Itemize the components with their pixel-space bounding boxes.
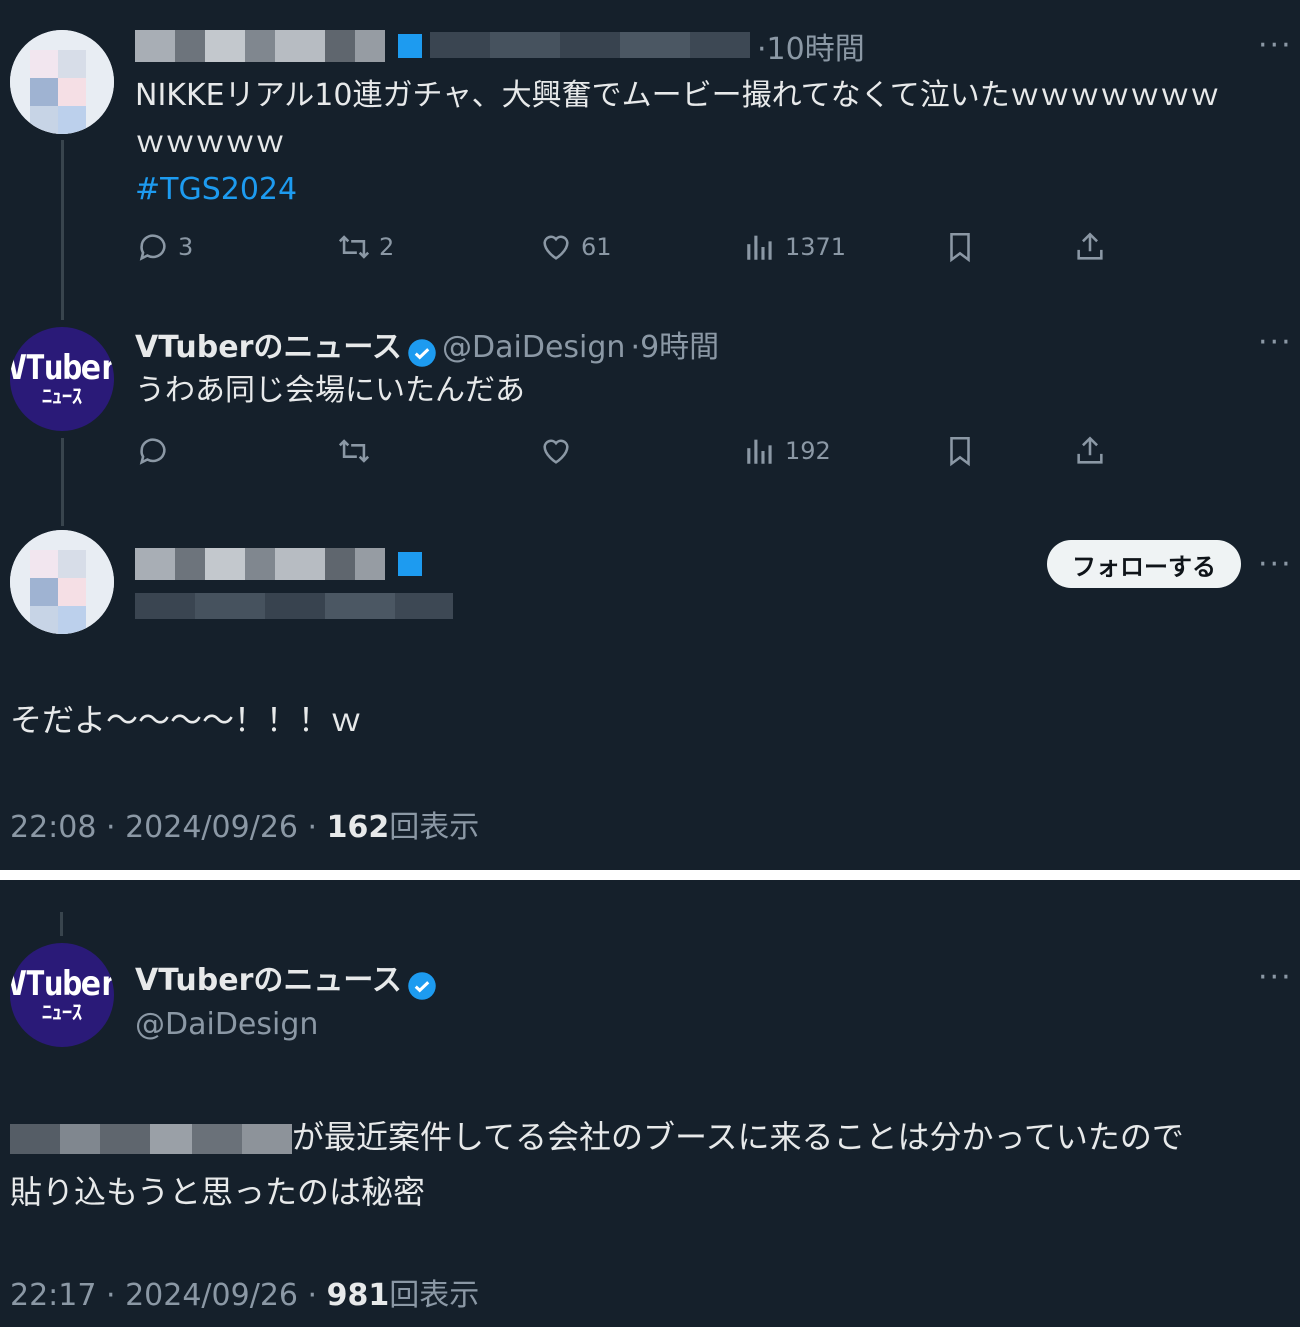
heart-icon (543, 235, 569, 260)
avatar-subtext: ﾆｭｰｽ (42, 1000, 82, 1024)
more-options-icon[interactable]: ··· (1258, 550, 1293, 580)
analytics-icon (747, 439, 772, 464)
share-button[interactable] (1073, 230, 1107, 264)
tweet-meta: 22:17 · 2024/09/26 · 981回表示 (10, 1278, 480, 1313)
repost-button[interactable]: 2 (337, 230, 394, 264)
reply-icon (139, 234, 166, 261)
tweet-time[interactable]: ·10時間 (757, 24, 865, 68)
reply-icon (139, 438, 166, 465)
display-name[interactable]: VTuberのニュース (135, 330, 402, 365)
avatar-text: VTuber (10, 348, 114, 388)
tweet-text: が最近案件してる会社のブースに来ることは分かっていたので 貼り込もうと思ったのは… (10, 1118, 1184, 1211)
author-line: VTuberのニュース @DaiDesign ·9時間 (135, 322, 719, 368)
follow-button[interactable]: フォローする (1047, 540, 1241, 588)
view-count-label: 回表示 (389, 1278, 480, 1313)
handle[interactable]: @DaiDesign (442, 330, 625, 365)
avatar[interactable]: VTuber ﾆｭｰｽ (10, 943, 114, 1047)
views-button[interactable]: 1371 (743, 230, 846, 264)
avatar-text: VTuber (10, 964, 114, 1004)
bookmark-button[interactable] (943, 434, 977, 468)
heart-icon (543, 439, 569, 464)
view-count: 162 (326, 810, 390, 845)
thread-line (61, 140, 64, 320)
analytics-icon (747, 235, 772, 260)
tweet-text: NIKKEリアル10連ガチャ、大興奮でムービー撮れてなくて泣いたｗｗｗｗｗｗｗ … (135, 72, 1285, 213)
share-icon (1077, 436, 1103, 464)
hashtag-link[interactable]: #TGS2024 (135, 166, 1285, 213)
avatar[interactable] (10, 30, 114, 134)
handle-blurred (135, 593, 453, 619)
views-button[interactable]: 192 (743, 434, 831, 468)
handle[interactable]: @DaiDesign (135, 1007, 437, 1042)
tweet-text: うわあ同じ会場にいたんだあ (135, 373, 525, 408)
tweet-date[interactable]: 2024/09/26 (125, 810, 298, 845)
share-button[interactable] (1073, 434, 1107, 468)
handle-blurred (430, 32, 750, 58)
tweet-text: そだよ〜〜〜〜！！！ｗ (10, 701, 363, 739)
avatar[interactable]: VTuber ﾆｭｰｽ (10, 327, 114, 431)
like-button[interactable]: 61 (539, 230, 612, 264)
avatar[interactable] (10, 530, 114, 634)
reply-button[interactable] (136, 434, 170, 468)
bookmark-icon (950, 436, 970, 467)
more-options-icon[interactable]: ··· (1258, 328, 1293, 358)
more-options-icon[interactable]: ··· (1258, 31, 1293, 61)
share-icon (1077, 232, 1103, 260)
repost-button[interactable] (337, 434, 371, 468)
verified-icon (398, 552, 422, 576)
like-button[interactable] (539, 434, 573, 468)
thread-line (60, 912, 63, 936)
display-name[interactable]: VTuberのニュース (135, 963, 402, 998)
tweet-date[interactable]: 2024/09/26 (125, 1278, 298, 1313)
screenshot-divider (0, 870, 1300, 880)
tweet-time[interactable]: 22:08 (10, 810, 96, 845)
author-block: VTuberのニュース @DaiDesign (135, 955, 437, 1042)
mention-blurred (10, 1124, 292, 1154)
more-options-icon[interactable]: ··· (1258, 963, 1293, 993)
repost-icon (338, 235, 370, 259)
tweet-meta: 22:08 · 2024/09/26 · 162回表示 (10, 810, 480, 845)
view-count-label: 回表示 (389, 810, 480, 845)
reply-button[interactable]: 3 (136, 230, 193, 264)
verified-icon (408, 338, 436, 367)
verified-icon (398, 34, 422, 58)
view-count: 981 (326, 1278, 390, 1313)
bookmark-button[interactable] (943, 230, 977, 264)
avatar-subtext: ﾆｭｰｽ (42, 384, 82, 408)
tweet-time[interactable]: 22:17 (10, 1278, 96, 1313)
thread-line (61, 438, 64, 526)
repost-icon (338, 439, 370, 463)
verified-icon (408, 971, 436, 1000)
tweet-time[interactable]: 9時間 (640, 330, 719, 365)
name-blurred (135, 30, 385, 62)
bookmark-icon (950, 232, 970, 263)
name-blurred (135, 548, 385, 580)
